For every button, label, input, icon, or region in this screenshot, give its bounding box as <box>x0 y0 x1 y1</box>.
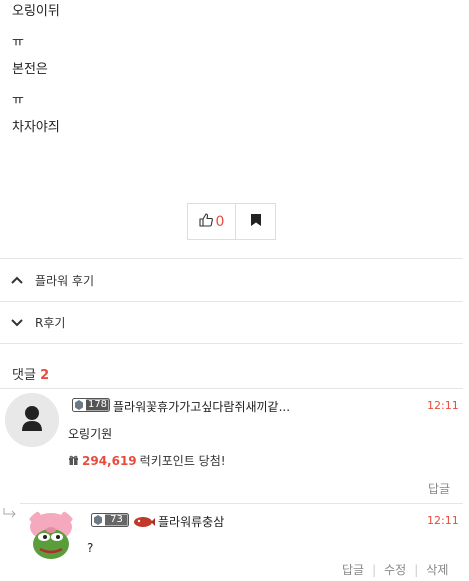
comment-author[interactable]: 플라워류충삼 <box>158 513 224 530</box>
level-number: 73 <box>110 514 123 525</box>
lucky-point-notice: 294,619 럭키포인트 당첨! <box>68 452 226 469</box>
comment-time: 12:11 <box>427 399 459 412</box>
comments-header: 댓글 2 <box>12 364 49 383</box>
level-number: 178 <box>87 399 108 410</box>
avatar[interactable] <box>24 508 78 562</box>
fish-emblem-icon <box>133 514 155 532</box>
like-count: 0 <box>215 213 225 230</box>
comments-divider <box>0 388 463 389</box>
bookmark-icon <box>250 213 261 230</box>
action-separator: | <box>372 562 377 577</box>
next-post-link[interactable]: R후기 <box>0 301 463 344</box>
reply-button[interactable]: 답글 <box>428 480 450 497</box>
thumbs-up-icon <box>198 212 213 231</box>
reply-button[interactable]: 답글 <box>342 561 364 578</box>
bookmark-button[interactable] <box>236 203 276 240</box>
chevron-down-icon <box>11 318 25 327</box>
next-post-title: R후기 <box>35 316 66 330</box>
post-line-2: ㅠ <box>12 35 24 50</box>
comments-count: 2 <box>40 368 50 383</box>
pepe-pig-avatar-icon <box>24 508 78 562</box>
reply-indent-icon <box>3 507 17 522</box>
comment-text: 오링기원 <box>68 427 113 441</box>
edit-button[interactable]: 수정 <box>384 561 406 578</box>
comment-divider <box>20 503 463 504</box>
comment-time: 12:11 <box>427 514 459 527</box>
chevron-up-icon <box>11 276 25 284</box>
gift-icon <box>68 454 79 468</box>
delete-button[interactable]: 삭제 <box>426 561 448 578</box>
prev-post-title: 플라워 후기 <box>35 273 95 288</box>
level-badge: 178 <box>72 398 110 416</box>
lucky-point-value: 294,619 <box>82 453 137 468</box>
comment-text: ? <box>87 541 94 555</box>
post-line-4: ㅠ <box>12 93 24 108</box>
post-line-1: 오링이뒤 <box>12 4 60 19</box>
level-badge: 73 <box>91 513 129 531</box>
avatar[interactable] <box>5 393 59 447</box>
default-avatar-icon <box>5 393 59 447</box>
comments-label: 댓글 <box>12 368 36 383</box>
lucky-point-text: 럭키포인트 당첨! <box>139 454 226 468</box>
comment-author[interactable]: 플라워꽃휴가가고싶다람쥐새끼같... <box>113 398 290 415</box>
comment-actions: 답글 | 수정 | 삭제 <box>342 561 448 578</box>
prev-post-link[interactable]: 플라워 후기 <box>0 258 463 301</box>
post-line-3: 본전은 <box>12 62 48 77</box>
post-line-5: 차자야즤 <box>12 120 60 135</box>
post-action-bar: 0 <box>187 203 276 240</box>
action-separator: | <box>414 562 419 577</box>
like-button[interactable]: 0 <box>187 203 236 240</box>
